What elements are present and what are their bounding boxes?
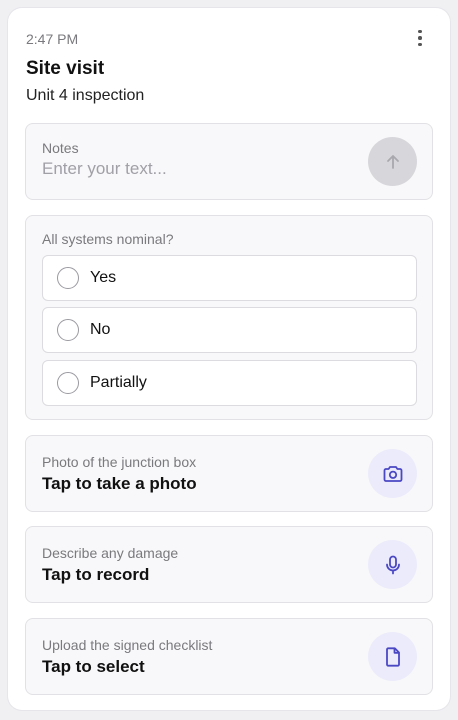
field-label: Photo of the junction box [42, 454, 197, 470]
option-yes[interactable]: Yes [42, 255, 417, 301]
radio-question: All systems nominal? Yes No Partially [25, 215, 433, 420]
option-label: No [90, 321, 111, 338]
question-label: All systems nominal? [42, 231, 174, 247]
timestamp: 2:47 PM [26, 31, 79, 47]
microphone-icon [385, 555, 400, 574]
notes-input[interactable] [42, 158, 352, 180]
option-label: Yes [90, 269, 117, 286]
field-action-text[interactable]: Tap to record [42, 565, 149, 585]
option-partially[interactable]: Partially [42, 360, 417, 406]
microphone-button[interactable] [368, 540, 417, 589]
radio-button[interactable] [57, 372, 79, 394]
field-action-text[interactable]: Tap to take a photo [42, 474, 197, 494]
photo-capture-field[interactable]: Photo of the junction box Tap to take a … [25, 435, 433, 512]
file-upload-field[interactable]: Upload the signed checklist Tap to selec… [25, 618, 433, 695]
field-label: Upload the signed checklist [42, 637, 213, 653]
field-label: Describe any damage [42, 545, 179, 561]
more-options-icon[interactable] [408, 26, 432, 50]
option-label: Partially [90, 374, 147, 391]
camera-button[interactable] [368, 449, 417, 498]
arrow-up-icon [386, 154, 399, 169]
form-card: 2:47 PM Site visit Unit 4 inspection Not… [8, 8, 450, 710]
voice-record-field[interactable]: Describe any damage Tap to record [25, 526, 433, 603]
document-button[interactable] [368, 632, 417, 681]
page-title: Site visit [26, 58, 105, 79]
notes-label: Notes [42, 140, 79, 156]
send-button[interactable] [368, 137, 417, 186]
camera-icon [383, 465, 402, 482]
notes-field: Notes [25, 123, 433, 200]
field-action-text[interactable]: Tap to select [42, 657, 145, 677]
page-subtitle: Unit 4 inspection [26, 87, 145, 104]
document-icon [385, 646, 400, 667]
radio-button[interactable] [57, 319, 79, 341]
radio-button[interactable] [57, 267, 79, 289]
option-no[interactable]: No [42, 307, 417, 353]
